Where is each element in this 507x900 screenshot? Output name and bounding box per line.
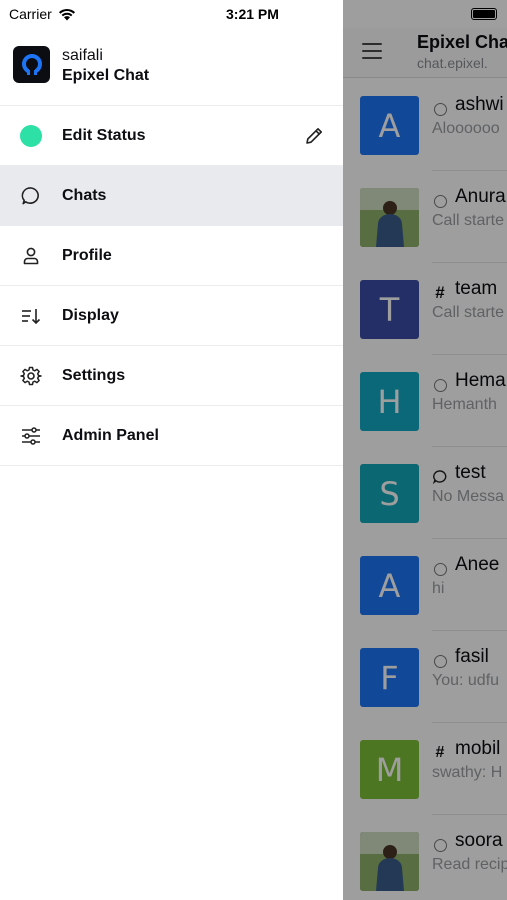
account-server-name: Epixel Chat (62, 67, 150, 84)
menu-item-chats[interactable]: Chats (0, 166, 343, 226)
side-drawer: Carrier 3:21 PM saifali Epixel Chat Edit… (0, 0, 343, 900)
server-logo (13, 46, 50, 83)
status-dot-icon (19, 124, 43, 148)
menu-item-label: Admin Panel (62, 426, 159, 444)
menu-item-label: Chats (62, 186, 107, 204)
menu-item-label: Settings (62, 366, 126, 384)
menu-item-label: Profile (62, 246, 112, 264)
menu-item-edit-status[interactable]: Edit Status (0, 106, 343, 166)
status-bar: Carrier 3:21 PM (0, 0, 343, 28)
menu-item-admin-panel[interactable]: Admin Panel (0, 406, 343, 466)
menu-item-label: Edit Status (62, 126, 146, 144)
pencil-icon[interactable] (303, 125, 325, 147)
drawer-overlay[interactable] (343, 0, 507, 900)
carrier-label: Carrier (9, 6, 52, 22)
account-header[interactable]: saifali Epixel Chat (0, 28, 343, 106)
epixel-logo-icon (21, 53, 42, 75)
menu-item-label: Display (62, 306, 119, 324)
sort-icon (19, 304, 43, 328)
clock: 3:21 PM (226, 6, 279, 22)
menu-item-profile[interactable]: Profile (0, 226, 343, 286)
user-icon (19, 244, 43, 268)
gear-icon (19, 364, 43, 388)
wifi-icon (58, 8, 75, 21)
menu-item-display[interactable]: Display (0, 286, 343, 346)
carrier-info: Carrier (9, 6, 76, 22)
account-username: saifali (62, 47, 103, 64)
chat-bubble-icon (19, 184, 43, 208)
sliders-icon (19, 424, 43, 448)
menu-item-settings[interactable]: Settings (0, 346, 343, 406)
